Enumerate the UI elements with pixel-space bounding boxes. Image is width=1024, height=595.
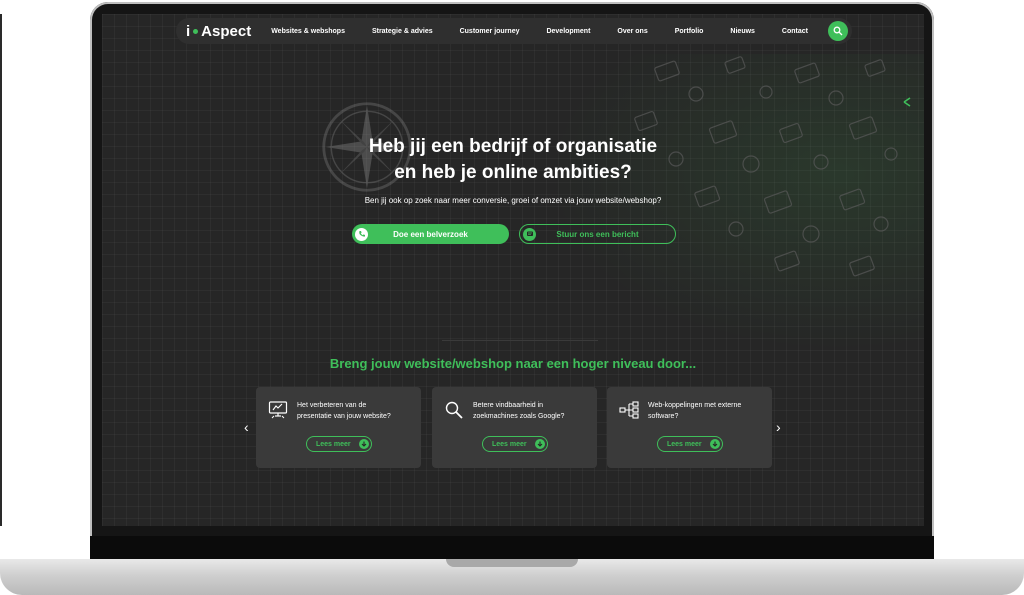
message-icon [523,227,536,241]
carousel-prev-arrow[interactable]: ‹ [244,419,249,435]
card-text-line1: Betere vindbaarheid in [473,402,544,409]
nav-item-portfolio[interactable]: Portfolio [675,28,704,35]
nav-item-websites-webshops[interactable]: Websites & webshops [271,28,345,35]
nav-item-customer-journey[interactable]: Customer journey [460,28,520,35]
monitor-icon [268,401,288,419]
carousel-next-arrow[interactable]: › [776,419,781,435]
section-divider [442,340,598,341]
read-more-button[interactable]: Lees meer [306,436,372,452]
card-text: Betere vindbaarheid in zoekmachines zoal… [473,400,564,422]
nav-item-contact[interactable]: Contact [782,28,808,35]
section-title: Breng jouw website/webshop naar een hoge… [329,356,697,371]
nav-item-development[interactable]: Development [546,28,590,35]
card-text-line2: software? [648,413,679,420]
logo-letter: i [186,22,191,40]
hero-subtitle: Ben jij ook op zoek naar meer conversie,… [364,196,662,205]
read-more-button[interactable]: Lees meer [657,436,723,452]
read-more-button[interactable]: Lees meer [482,436,548,452]
logo[interactable]: i Aspect [186,23,251,40]
send-message-button[interactable]: Stuur ons een bericht [519,224,676,244]
service-card-seo: Betere vindbaarheid in zoekmachines zoal… [432,387,597,468]
main-navigation: i Aspect Websites & webshops Strategie &… [176,18,852,44]
service-card-presentation: Het verbeteren van de presentatie van jo… [256,387,421,468]
laptop-base-notch [446,559,578,567]
phone-icon [355,227,368,241]
card-text: Web-koppelingen met externe software? [648,400,741,422]
arrow-down-icon [710,439,720,449]
send-message-label: Stuur ons een bericht [556,229,639,239]
magnifier-icon [445,401,463,419]
read-more-label: Lees meer [316,440,351,448]
logo-dot [193,28,199,34]
call-request-button[interactable]: Doe een belverzoek [352,224,509,244]
search-icon [833,26,843,36]
website-screen: i Aspect Websites & webshops Strategie &… [102,14,924,526]
arrow-down-icon [359,439,369,449]
nav-item-nieuws[interactable]: Nieuws [730,28,755,35]
call-request-label: Doe een belverzoek [393,229,468,239]
search-button[interactable] [828,21,848,41]
frame-edge-line [0,14,2,526]
read-more-label: Lees meer [667,440,702,448]
network-icon [619,401,639,419]
nav-item-over-ons[interactable]: Over ons [617,28,647,35]
hero-title: Heb jij een bedrijf of organisatie en he… [102,134,924,186]
card-text-line1: Het verbeteren van de [297,402,367,409]
card-text: Het verbeteren van de presentatie van jo… [297,400,391,422]
card-text-line2: zoekmachines zoals Google? [473,413,565,420]
nav-item-strategie-advies[interactable]: Strategie & advies [372,28,433,35]
hero-title-line2: en heb je online ambities? [394,162,632,183]
card-text-line1: Web-koppelingen met externe [648,402,742,409]
nav-items: Websites & webshops Strategie & advies C… [271,28,808,35]
service-card-integrations: Web-koppelingen met externe software? Le… [607,387,772,468]
logo-text: Aspect [201,22,252,40]
hero-title-line1: Heb jij een bedrijf of organisatie [368,136,658,157]
read-more-label: Lees meer [492,440,527,448]
laptop-chin [90,536,934,560]
card-text-line2: presentatie van jouw website? [297,413,391,420]
arrow-down-icon [535,439,545,449]
